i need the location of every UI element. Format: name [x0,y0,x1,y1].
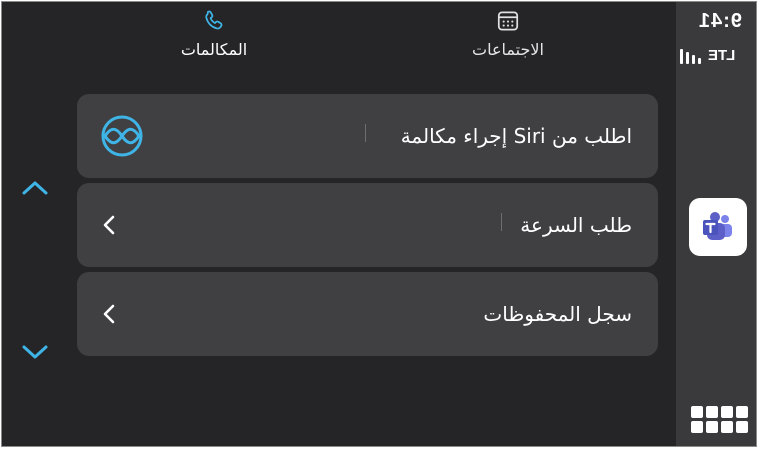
tab-meetings-label: الاجتماعات [472,40,544,59]
siri-icon [101,115,143,157]
signal-bar [680,49,683,64]
call-history-label: سجل المحفوظات [483,302,632,326]
clock: 9:41 [697,10,742,32]
chevron-left-icon [103,215,115,235]
speed-dial-row[interactable]: طلب السرعة [77,183,658,267]
call-history-row[interactable]: سجل المحفوظات [77,272,658,356]
teams-app-button[interactable] [689,198,747,256]
teams-icon [703,212,732,240]
calendar-icon [497,11,519,31]
chevron-left-icon [103,304,115,324]
speed-dial-label: طلب السرعة [520,213,632,237]
app-grid-icon[interactable] [690,406,748,438]
tab-calls-label: المكالمات [180,40,248,59]
carplay-screen: المكالمات الاجتماعات اطلب من Siri إجراء … [1,1,757,447]
phone-icon [205,10,223,30]
divider [365,124,366,142]
chevron-up-icon[interactable] [20,178,50,198]
signal-bar [692,55,695,64]
signal-bar [698,58,701,64]
signal-bar [686,52,689,64]
siri-call-row[interactable]: اطلب من Siri إجراء مكالمة [77,94,658,178]
divider [501,213,502,231]
siri-call-label: اطلب من Siri إجراء مكالمة [400,124,632,148]
chevron-down-icon[interactable] [20,342,50,362]
tab-meetings[interactable]: الاجتماعات [428,8,588,68]
cellular-signal: LTE [680,44,744,64]
tab-calls[interactable]: المكالمات [134,8,294,68]
status-rail: 9:41 LTE [676,2,756,446]
network-type: LTE [708,47,736,64]
